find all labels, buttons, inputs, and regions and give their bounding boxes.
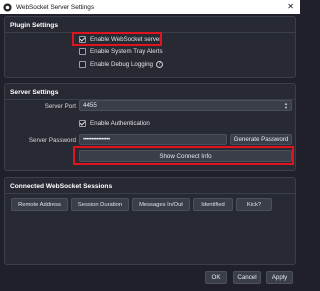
server-password-input[interactable]: •••••••••••••••• [79, 134, 227, 145]
generate-password-button[interactable]: Generate Password [230, 134, 292, 145]
cancel-button[interactable]: Cancel [233, 271, 261, 284]
apply-button[interactable]: Apply [266, 271, 293, 284]
plugin-settings-header: Plugin Settings [10, 22, 58, 29]
title-bar: WebSocket Server Settings ✕ [0, 0, 300, 14]
server-port-input[interactable]: 4455 ▲ ▼ [79, 100, 292, 111]
ok-button[interactable]: OK [205, 271, 227, 284]
close-icon[interactable]: ✕ [287, 2, 294, 12]
column-kick[interactable]: Kick? [236, 198, 272, 211]
server-password-label: Server Password [28, 137, 76, 144]
app-icon [3, 2, 12, 12]
server-settings-panel: Server Settings Server Port 4455 ▲ ▼ Enab… [4, 83, 296, 171]
enable-authentication-checkbox[interactable]: Enable Authentication [79, 120, 150, 127]
divider [5, 32, 295, 33]
checkbox-unchecked-icon[interactable] [79, 48, 86, 55]
checkbox-checked-icon[interactable] [79, 36, 86, 43]
column-identified[interactable]: Identified [193, 198, 233, 211]
enable-system-tray-alerts-label: Enable System Tray Alerts [90, 48, 163, 55]
enable-system-tray-alerts-checkbox[interactable]: Enable System Tray Alerts [79, 48, 163, 55]
sessions-header: Connected WebSocket Sessions [10, 183, 113, 190]
checkbox-unchecked-icon[interactable] [79, 61, 86, 68]
server-password-value: •••••••••••••••• [83, 136, 110, 143]
column-remote-address[interactable]: Remote Address [11, 198, 68, 211]
enable-websocket-server-label: Enable WebSocket server [90, 36, 162, 43]
server-settings-header: Server Settings [10, 89, 59, 96]
enable-debug-logging-checkbox[interactable]: Enable Debug Logging ? [79, 61, 163, 68]
sessions-panel: Connected WebSocket Sessions [4, 177, 296, 265]
divider [5, 193, 295, 194]
server-port-value: 4455 [83, 102, 97, 109]
show-connect-info-button[interactable]: Show Connect Info [79, 150, 292, 162]
spinner-icon[interactable]: ▲ ▼ [284, 101, 288, 110]
server-port-label: Server Port [44, 103, 76, 110]
window-title: WebSocket Server Settings [16, 3, 95, 11]
column-messages-in-out[interactable]: Messages In/Out [132, 198, 190, 211]
checkbox-checked-icon[interactable] [79, 120, 86, 127]
enable-debug-logging-label: Enable Debug Logging [90, 61, 153, 68]
help-icon[interactable]: ? [155, 61, 163, 68]
plugin-settings-panel: Plugin Settings Enable WebSocket server … [4, 16, 296, 78]
column-session-duration[interactable]: Session Duration [71, 198, 129, 211]
enable-websocket-server-checkbox[interactable]: Enable WebSocket server [79, 36, 161, 43]
sessions-table-header: Remote Address Session Duration Messages… [11, 198, 272, 211]
enable-authentication-label: Enable Authentication [90, 120, 150, 127]
